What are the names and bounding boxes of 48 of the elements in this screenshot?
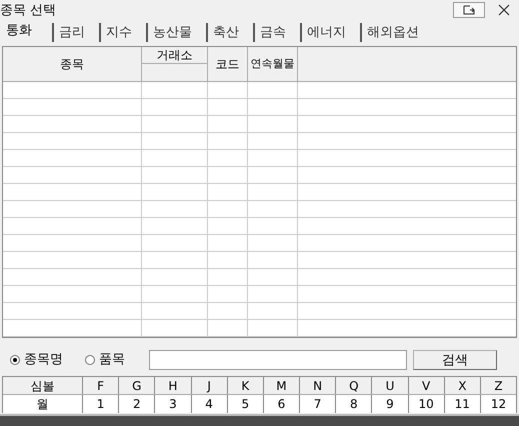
table-cell: 4 [192, 395, 228, 413]
column-header: 종목 [3, 47, 142, 81]
table-cell: G [119, 377, 156, 394]
radio-option[interactable]: 품목 [85, 350, 125, 370]
table-cell: 11 [444, 395, 481, 413]
table-cell: 10 [408, 395, 445, 413]
table-cell: 1 [83, 395, 120, 413]
column-header: 거래소 [142, 47, 207, 64]
tab[interactable]: 금리 [52, 23, 99, 42]
column-header: 연속월물 [248, 47, 298, 81]
radio-option[interactable]: 종목명 [10, 350, 63, 370]
table-cell: 2 [119, 395, 156, 413]
table-cell-text: 12 [490, 396, 508, 413]
column-header: 코드 [208, 47, 248, 81]
table-cell: F [83, 377, 120, 394]
table-cell: 9 [372, 395, 409, 413]
table-cell-text: Z [493, 378, 504, 394]
radio-button[interactable] [10, 355, 20, 365]
close-icon [498, 4, 510, 16]
popout-icon [463, 5, 475, 15]
close-button[interactable] [497, 3, 511, 17]
search-field[interactable] [149, 350, 407, 370]
table-cell: N [300, 377, 336, 394]
table-cell: V [408, 377, 445, 394]
popout-button[interactable] [453, 2, 485, 18]
search-button[interactable]: 검색 [413, 350, 497, 370]
table-cell: X [444, 377, 481, 394]
table-cell: K [228, 377, 264, 394]
table-cell: 3 [155, 395, 192, 413]
window-title: 종목 선택 [0, 4, 56, 16]
tab[interactable]: 농산물 [146, 23, 206, 42]
tab[interactable]: 해외옵션 [360, 23, 433, 42]
table-cell: 5 [228, 395, 264, 413]
table-cell: 8 [336, 395, 372, 413]
table-cell: 월 [3, 395, 83, 413]
table-cell: 6 [264, 395, 300, 413]
table-cell: H [155, 377, 192, 394]
table-cell: Q [336, 377, 372, 394]
radio-button[interactable] [85, 355, 95, 365]
table-cell: 심볼 [3, 377, 83, 394]
table-cell: 7 [300, 395, 336, 413]
tab[interactable]: 지수 [99, 23, 146, 42]
tab[interactable]: 금속 [253, 23, 300, 42]
table-cell: U [372, 377, 409, 394]
table-cell: J [192, 377, 228, 394]
tab[interactable]: 에너지 [300, 23, 360, 42]
table-cell: M [264, 377, 300, 394]
tab[interactable]: 축산 [206, 23, 253, 42]
